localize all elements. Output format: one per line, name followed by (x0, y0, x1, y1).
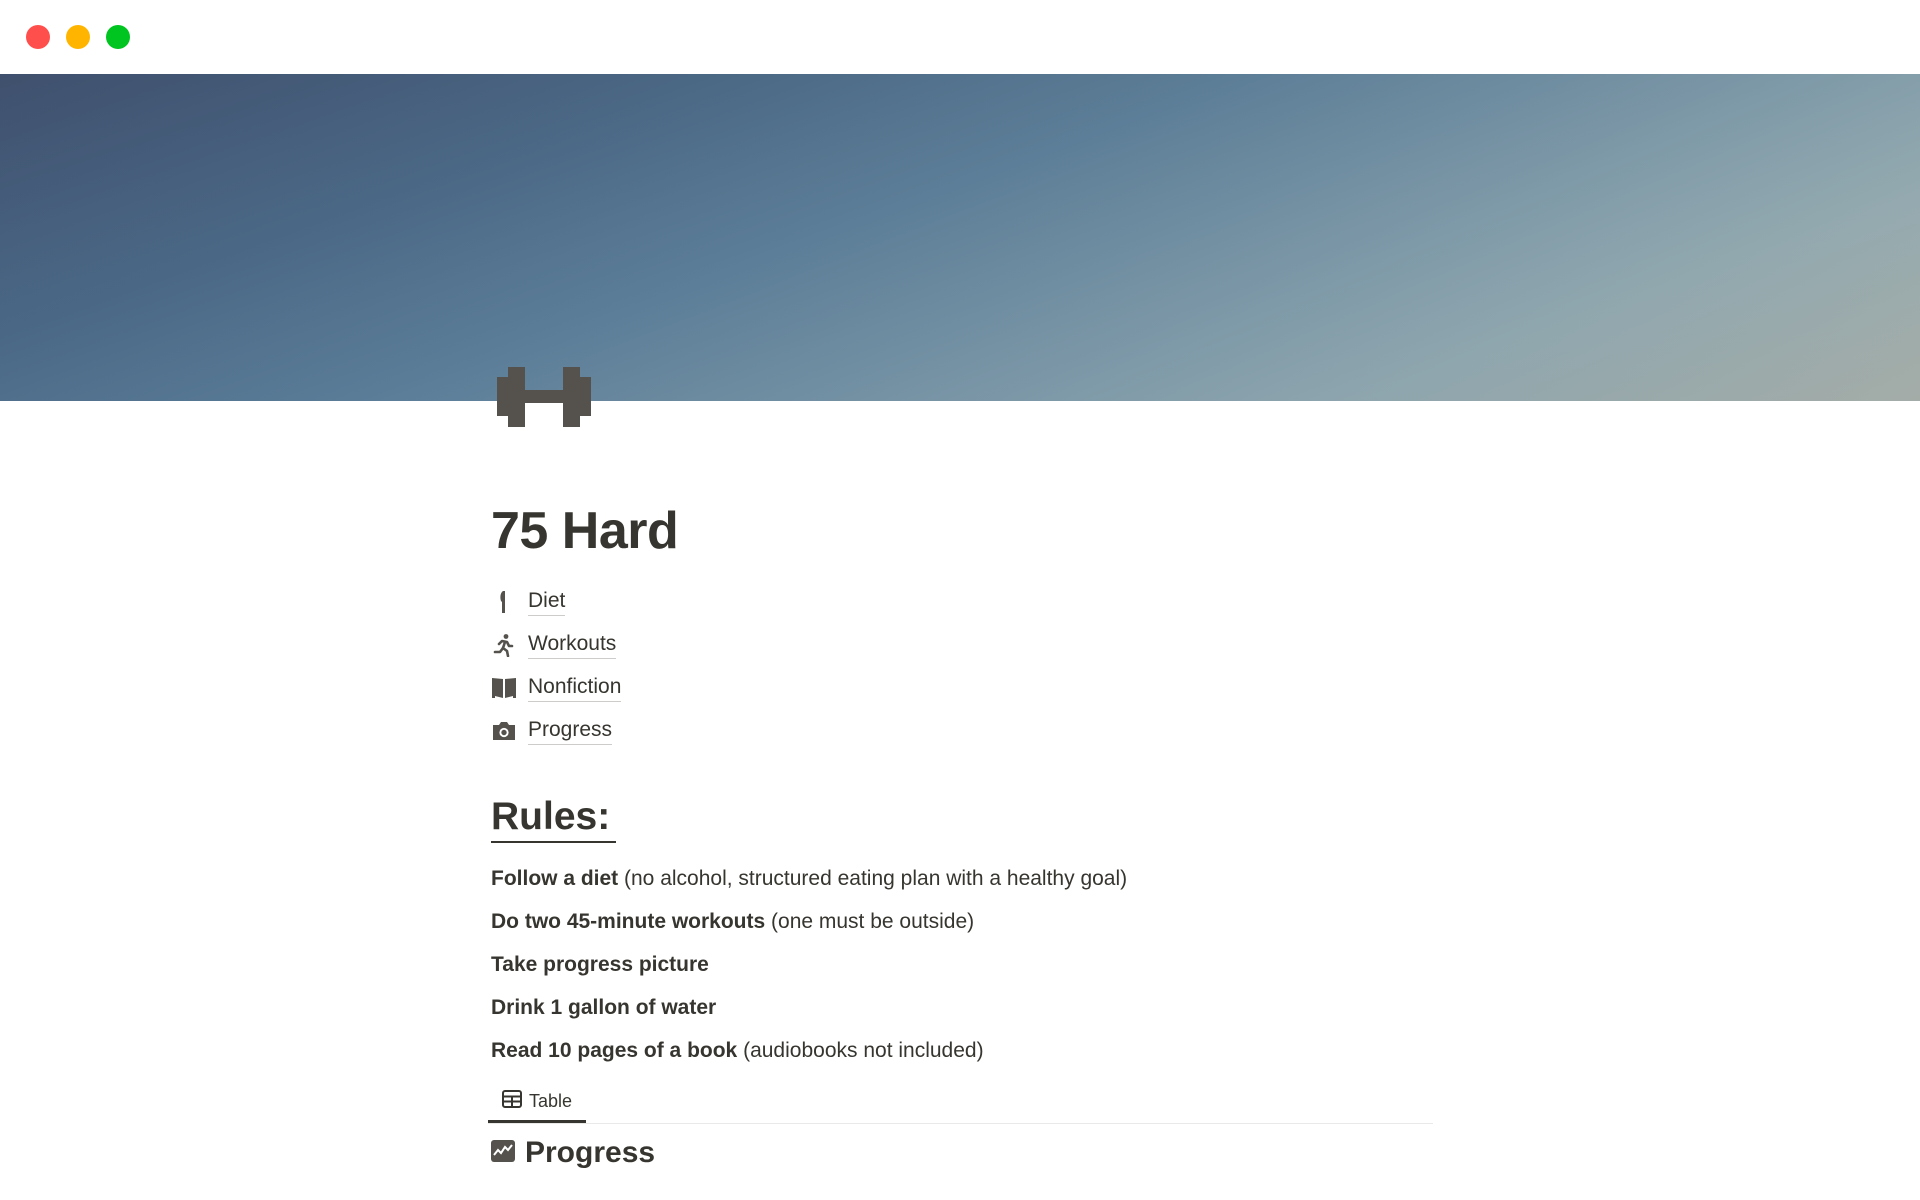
rule-title: Do two 45-minute workouts (491, 910, 766, 933)
chart-icon (491, 1139, 515, 1167)
page-link-workouts[interactable]: Workouts (491, 623, 621, 666)
tab-table-view[interactable]: Table (488, 1083, 586, 1123)
rule-item: Take progress picture (491, 943, 1127, 986)
database-view-tabs: Table (488, 1083, 1433, 1124)
page-cover-image (0, 74, 1920, 401)
page-link-label[interactable]: Nonfiction (528, 673, 622, 702)
page-link-label[interactable]: Progress (528, 716, 613, 745)
page-link-nonfiction[interactable]: Nonfiction (491, 666, 622, 709)
rule-detail: (no alcohol, structured eating plan with… (618, 867, 1128, 890)
camera-icon (491, 718, 517, 744)
dumbbell-icon[interactable] (497, 367, 591, 427)
fork-knife-icon (491, 589, 517, 615)
open-book-icon (491, 675, 517, 701)
maximize-window-button[interactable] (106, 25, 130, 49)
database-title-text: Progress (525, 1136, 656, 1169)
page-links: Diet Workouts Nonfiction Progress (491, 580, 622, 752)
rule-title: Drink 1 gallon of water (491, 996, 717, 1019)
window-titlebar (0, 0, 1920, 74)
rules-list: Follow a diet (no alcohol, structured ea… (491, 857, 1127, 1072)
page-title[interactable]: 75 Hard (491, 500, 679, 562)
rule-detail: (one must be outside) (765, 910, 975, 933)
page-link-label[interactable]: Workouts (528, 630, 617, 659)
rule-title: Take progress picture (491, 953, 709, 976)
rule-item: Read 10 pages of a book (audiobooks not … (491, 1029, 1127, 1072)
rule-detail: (audiobooks not included) (737, 1039, 984, 1062)
rule-item: Follow a diet (no alcohol, structured ea… (491, 857, 1127, 900)
rule-item: Do two 45-minute workouts (one must be o… (491, 900, 1127, 943)
close-window-button[interactable] (26, 25, 50, 49)
page-link-progress[interactable]: Progress (491, 709, 621, 752)
tab-label: Table (528, 1091, 573, 1111)
database-title[interactable]: Progress (491, 1136, 655, 1170)
table-icon (501, 1090, 522, 1113)
rules-heading: Rules: (491, 794, 617, 843)
running-person-icon (491, 632, 517, 658)
rule-title: Follow a diet (491, 867, 619, 890)
rule-title: Read 10 pages of a book (491, 1039, 738, 1062)
minimize-window-button[interactable] (66, 25, 90, 49)
rule-item: Drink 1 gallon of water (491, 986, 1127, 1029)
page-link-diet[interactable]: Diet (491, 580, 621, 623)
page-link-label[interactable]: Diet (528, 587, 566, 616)
